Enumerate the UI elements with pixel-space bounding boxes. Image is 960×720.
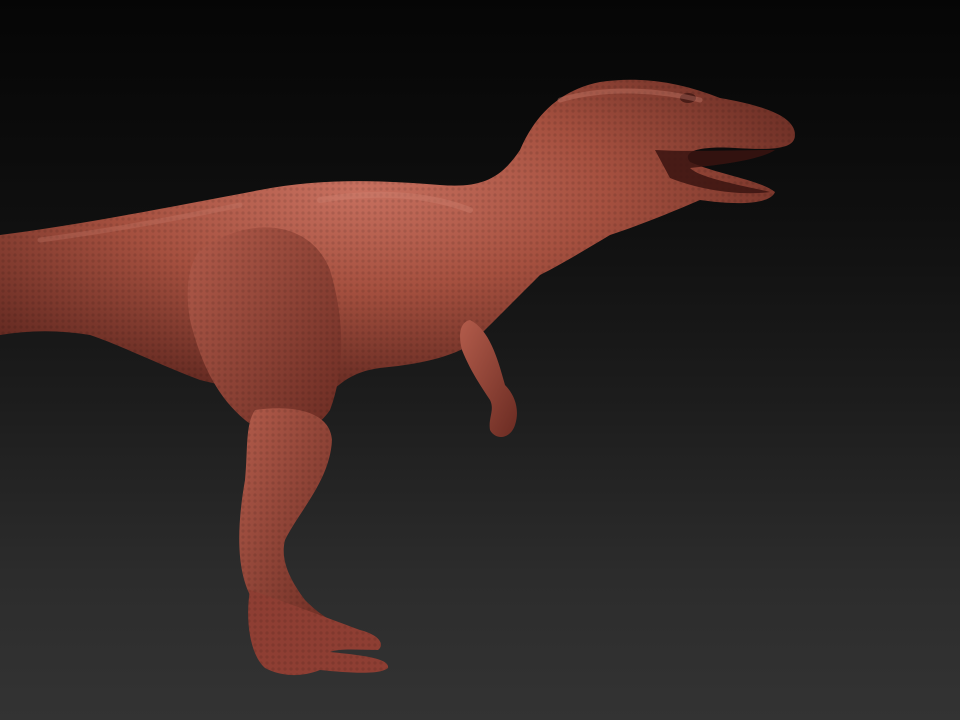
sculpt-viewport[interactable] [0,0,960,720]
dino-arm [460,320,517,437]
trex-model [0,79,795,676]
